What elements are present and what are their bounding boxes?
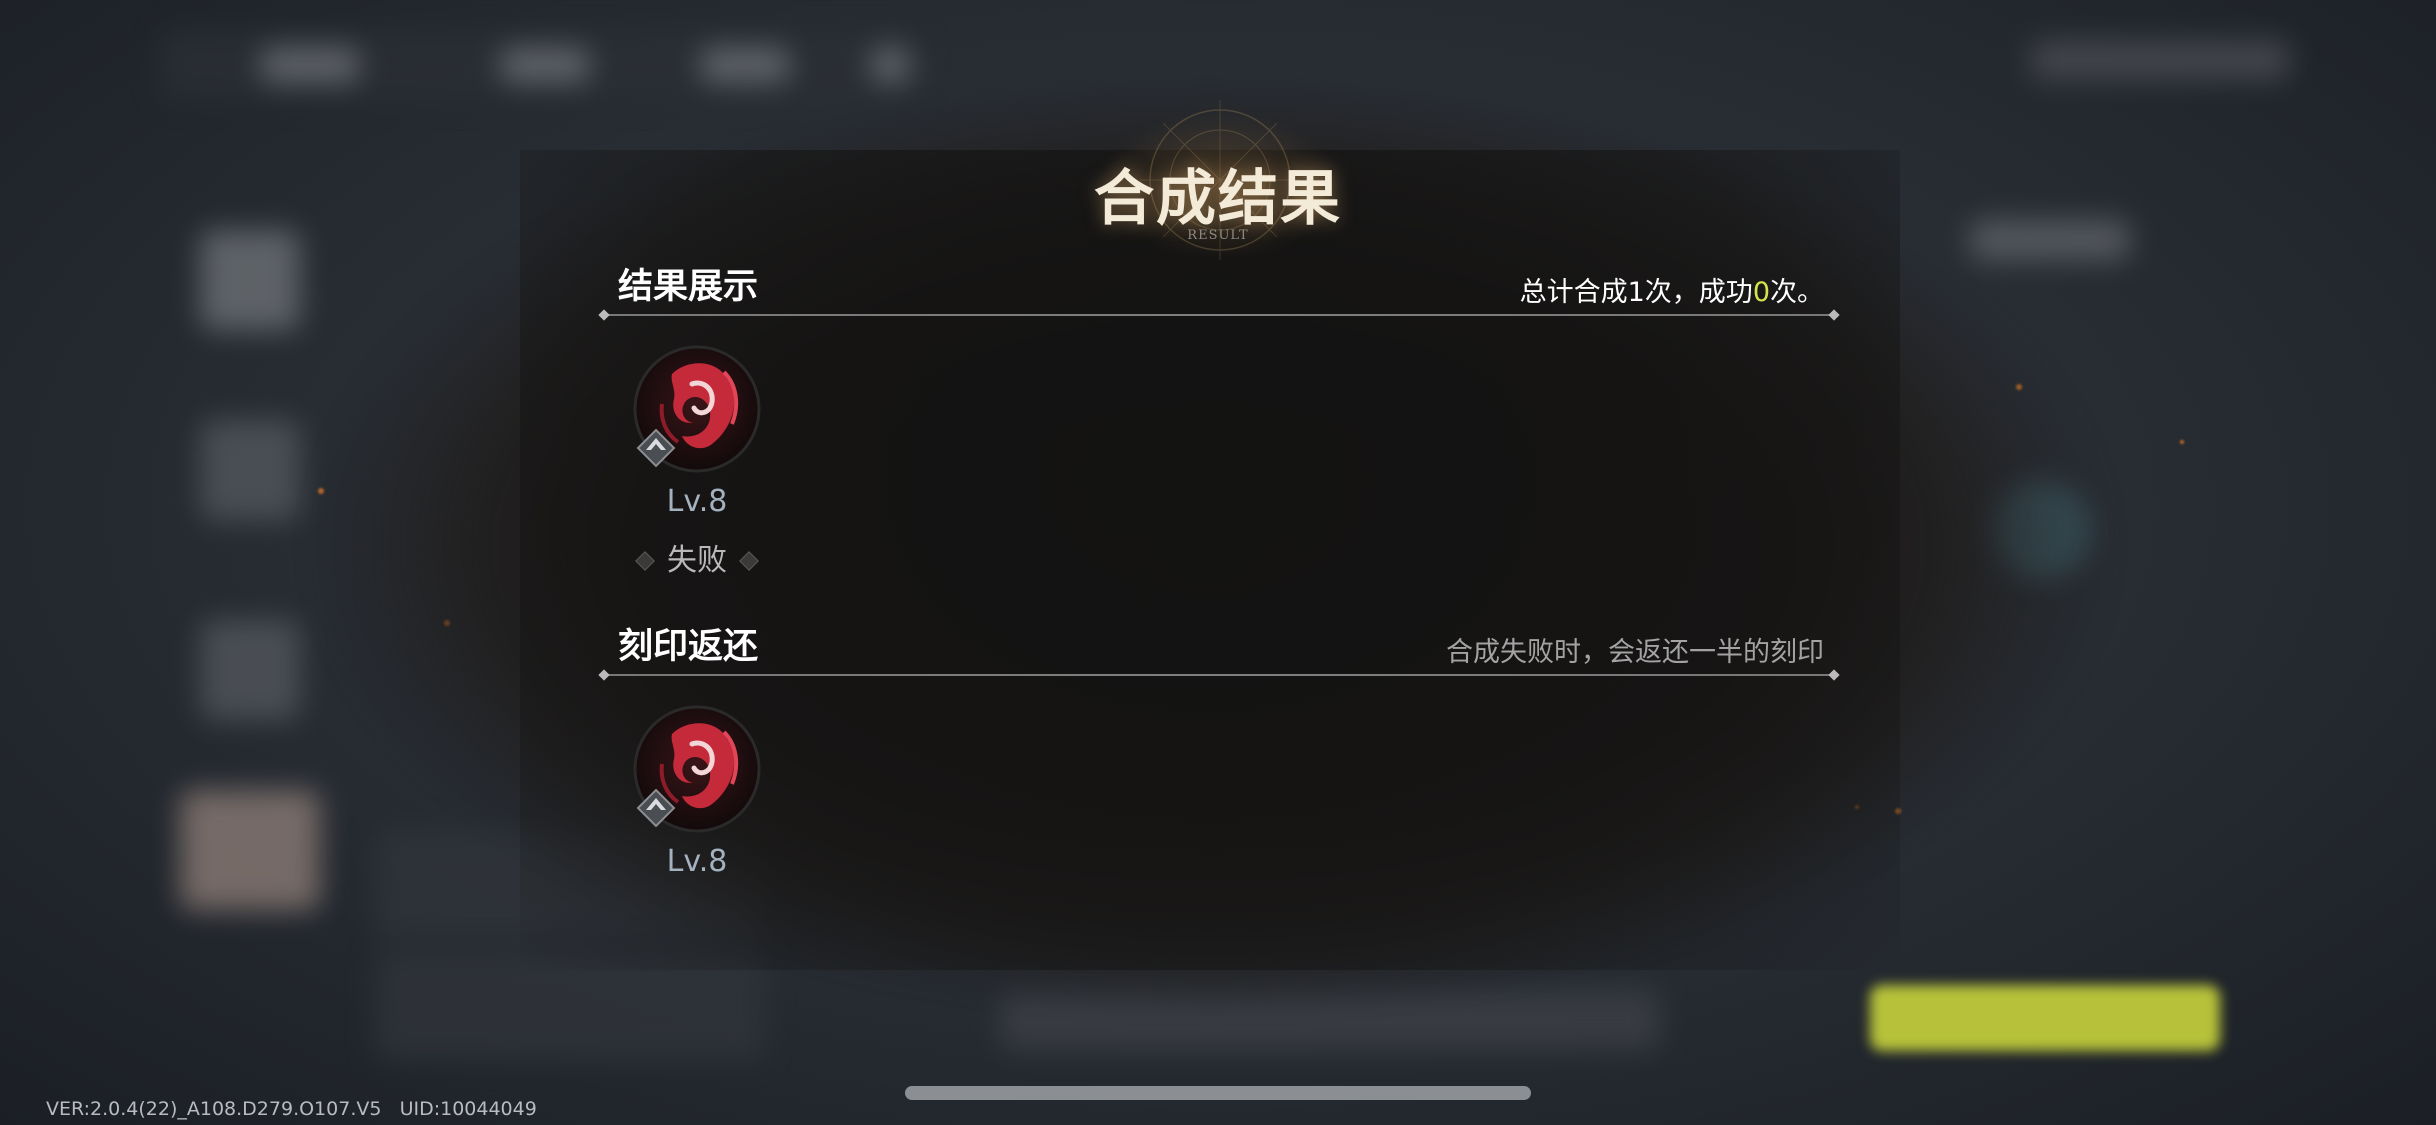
- version-string: VER:2.0.4(22)_A108.D279.O107.V5: [46, 1098, 382, 1120]
- item-level: Lv.8: [666, 844, 728, 879]
- fail-status-label: 失败: [667, 543, 727, 578]
- result-section-divider: [604, 314, 1834, 316]
- badge-diamond-left-icon: [635, 551, 655, 571]
- success-count: 0: [1752, 277, 1770, 308]
- refund-note: 合成失败时，会返还一半的刻印: [1446, 637, 1824, 668]
- result-summary-suffix: 次。: [1770, 277, 1824, 308]
- uid-string: UID:10044049: [399, 1098, 537, 1120]
- refund-section-heading: 刻印返还: [618, 627, 759, 667]
- dialog-title: 合成结果: [1094, 164, 1342, 234]
- result-summary: 总计合成1次，成功0次。: [1520, 270, 1824, 309]
- result-section-heading: 结果展示: [618, 267, 759, 307]
- refund-item[interactable]: Lv.8: [622, 704, 772, 894]
- version-info: VER:2.0.4(22)_A108.D279.O107.V5 UID:1004…: [46, 1098, 537, 1120]
- item-level: Lv.8: [666, 484, 728, 519]
- result-summary-prefix: 总计合成1次，成功: [1519, 277, 1753, 308]
- fail-status-badge: 失败: [634, 541, 760, 581]
- badge-diamond-right-icon: [739, 551, 759, 571]
- crimson-phoenix-imprint-icon: [633, 705, 761, 833]
- result-item[interactable]: Lv.8 失败: [622, 344, 772, 594]
- crimson-phoenix-imprint-icon: [633, 345, 761, 473]
- home-indicator-bar[interactable]: [905, 1086, 1531, 1100]
- dialog-subtitle: RESULT: [1187, 228, 1249, 243]
- refund-section-divider: [604, 674, 1834, 676]
